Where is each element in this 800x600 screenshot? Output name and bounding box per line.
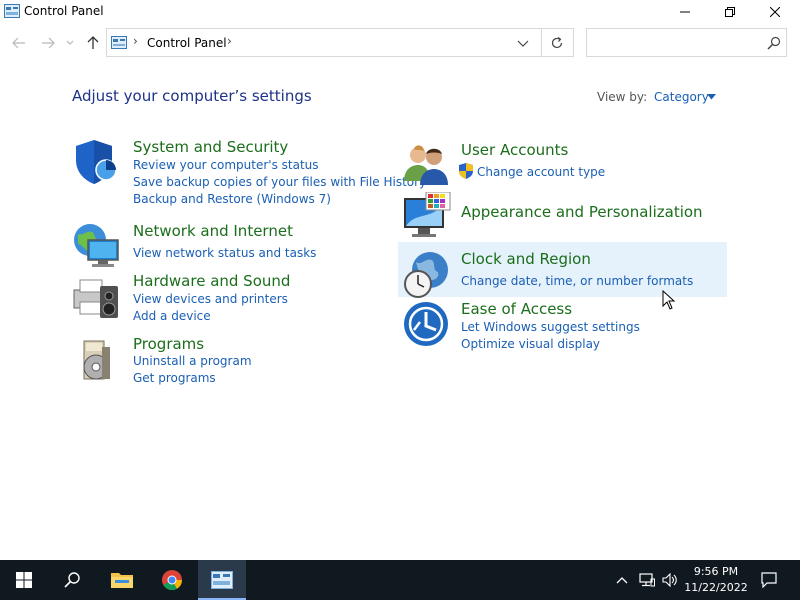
arrow-left-icon [12,37,25,49]
window-title: Control Panel [24,4,104,18]
user-accounts-link[interactable]: User Accounts [461,141,568,159]
control-panel-window: Control Panel › Control Panel › Adjust y… [0,0,800,600]
clock-date: 11/22/2022 [684,581,748,594]
programs-disc-icon [83,340,110,380]
monitor-palette-icon [404,192,451,237]
close-button[interactable] [752,0,798,24]
arrow-right-icon [42,37,55,49]
control-panel-taskbar-button[interactable] [198,560,246,600]
chevron-down-icon [66,40,74,45]
title-bar: Control Panel [0,0,800,24]
control-panel-icon [111,36,127,49]
control-panel-icon [211,571,233,589]
clock-and-region-link[interactable]: Clock and Region [461,250,591,268]
refresh-icon [551,36,563,48]
view-devices-printers-link[interactable]: View devices and printers [133,292,288,306]
action-center-button[interactable] [752,560,786,600]
show-hidden-icons-button[interactable] [612,560,632,600]
network-globe-icon [74,224,119,267]
search-input[interactable] [591,33,761,53]
close-icon [770,7,780,17]
hardware-and-sound-link[interactable]: Hardware and Sound [133,272,290,290]
clock-time: 9:56 PM [693,565,739,578]
users-icon [404,145,448,185]
chrome-icon [162,570,183,591]
search-icon[interactable] [767,36,781,50]
control-panel-icon [4,4,20,18]
restore-icon [725,7,735,17]
page-title: Adjust your computer’s settings [72,87,312,105]
let-windows-suggest-link[interactable]: Let Windows suggest settings [461,320,640,334]
navigation-bar: › Control Panel › [0,28,800,58]
search-box[interactable] [586,28,787,57]
file-explorer-button[interactable] [98,560,146,600]
change-account-type-link[interactable]: Change account type [477,165,605,179]
breadcrumb-control-panel[interactable]: Control Panel [147,36,227,50]
minimize-icon [680,11,690,13]
view-by-dropdown[interactable]: Category [654,90,709,104]
volume-tray-button[interactable] [660,560,680,600]
backup-restore-link[interactable]: Backup and Restore (Windows 7) [133,192,331,206]
review-status-link[interactable]: Review your computer's status [133,158,319,172]
ease-of-access-icon [404,302,448,346]
search-icon [64,572,80,588]
optimize-visual-display-link[interactable]: Optimize visual display [461,337,600,351]
notification-icon [761,572,777,588]
arrow-up-icon [87,36,99,49]
chevron-up-icon [616,577,628,584]
printer-speaker-icon [73,279,118,318]
folder-icon [111,573,133,588]
chrome-button[interactable] [148,560,196,600]
breadcrumb-separator[interactable]: › [227,34,232,48]
forward-button[interactable] [39,34,57,52]
up-button[interactable] [84,34,102,52]
ease-of-access-link[interactable]: Ease of Access [461,300,572,318]
back-button[interactable] [10,34,28,52]
breadcrumb-separator[interactable]: › [133,34,138,48]
view-network-status-link[interactable]: View network status and tasks [133,246,316,260]
mouse-cursor-icon [662,290,676,310]
appearance-and-personalization-link[interactable]: Appearance and Personalization [461,203,703,221]
taskbar: 9:56 PM 11/22/2022 [0,560,800,600]
caret-down-icon[interactable] [707,94,716,100]
taskbar-clock[interactable]: 9:56 PM 11/22/2022 [680,564,752,596]
network-and-internet-link[interactable]: Network and Internet [133,222,293,240]
view-by-label: View by: [597,90,648,104]
recent-locations-button[interactable] [64,34,76,52]
chevron-down-icon[interactable] [516,37,530,49]
system-and-security-link[interactable]: System and Security [133,138,288,156]
minimize-button[interactable] [662,0,708,24]
clock-globe-icon [404,252,448,298]
uac-shield-icon [459,163,473,179]
shield-icon [76,140,117,184]
start-button[interactable] [0,560,48,600]
windows-logo-icon [16,572,32,588]
add-device-link[interactable]: Add a device [133,309,211,323]
speaker-icon [662,573,677,587]
uninstall-program-link[interactable]: Uninstall a program [133,354,252,368]
network-tray-button[interactable] [636,560,658,600]
change-date-time-formats-link[interactable]: Change date, time, or number formats [461,274,693,288]
refresh-button[interactable] [541,28,574,57]
get-programs-link[interactable]: Get programs [133,371,216,385]
network-icon [639,573,655,587]
programs-link[interactable]: Programs [133,335,204,353]
address-bar[interactable]: › Control Panel › [106,28,542,57]
file-history-link[interactable]: Save backup copies of your files with Fi… [133,175,426,189]
taskbar-search-button[interactable] [48,560,96,600]
restore-button[interactable] [707,0,753,24]
